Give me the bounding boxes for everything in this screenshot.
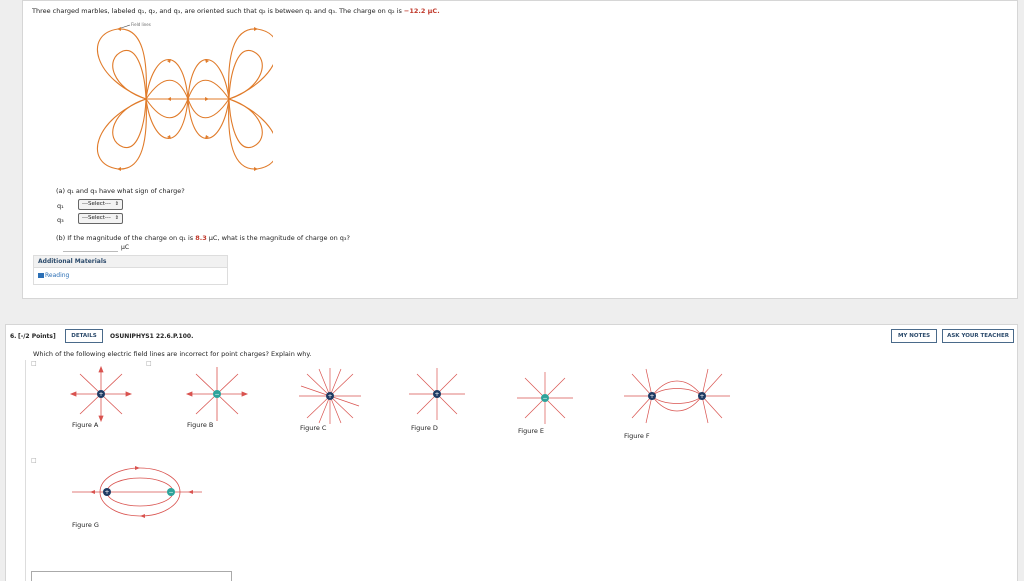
my-notes-button[interactable]: MY NOTES <box>891 329 937 343</box>
question-number: 6. <box>10 333 17 340</box>
svg-text:+: + <box>649 393 654 400</box>
part-b-answer-input[interactable] <box>63 242 118 252</box>
svg-text:−: − <box>168 489 173 496</box>
svg-text:+: + <box>98 391 103 398</box>
book-icon <box>38 273 44 278</box>
select-arrows-icon: ⇕ <box>114 215 119 221</box>
diagram-caption: Field lines <box>131 22 151 27</box>
part-b-prompt: (b) If the magnitude of the charge on q₁… <box>56 234 350 242</box>
figure-g-checkbox[interactable]: □ <box>31 457 37 464</box>
figure-c-label: Figure C <box>300 424 327 432</box>
question-6-panel: 6. [-/2 Points] DETAILS OSUNIPHYS1 22.6.… <box>5 324 1018 581</box>
svg-text:−: − <box>542 395 547 402</box>
figure-b-label: Figure B <box>187 421 214 429</box>
q3-sign-select[interactable]: ---Select--- ⇕ <box>78 213 123 224</box>
figure-g-diagram: + − <box>72 466 202 518</box>
svg-text:−: − <box>214 391 219 398</box>
figure-b-diagram: − <box>185 367 249 421</box>
additional-materials-header: Additional Materials <box>34 256 227 268</box>
question-6-prompt: Which of the following electric field li… <box>33 350 312 358</box>
field-lines-diagram: Field lines <box>96 22 273 171</box>
part-a-prompt: (a) q₁ and q₃ have what sign of charge? <box>56 187 185 195</box>
question-source: OSUNIPHYS1 22.6.P.100. <box>110 333 194 340</box>
svg-text:+: + <box>434 391 439 398</box>
q3-label: q₃ <box>57 216 64 224</box>
field-lines <box>96 28 273 170</box>
question-5-intro: Three charged marbles, labeled q₁, q₂, a… <box>32 7 440 15</box>
select-arrows-icon: ⇕ <box>114 201 119 207</box>
svg-text:+: + <box>327 393 332 400</box>
figure-e-diagram: − <box>517 372 573 424</box>
question-6-header: 6. [-/2 Points] DETAILS OSUNIPHYS1 22.6.… <box>6 325 1017 347</box>
details-button[interactable]: DETAILS <box>65 329 103 343</box>
figure-a-checkbox[interactable]: □ <box>31 360 37 367</box>
ask-teacher-button[interactable]: ASK YOUR TEACHER <box>942 329 1014 343</box>
figure-g-label: Figure G <box>72 521 99 529</box>
figure-d-diagram: + <box>409 368 465 420</box>
figure-c-diagram: + <box>299 368 361 424</box>
svg-text:+: + <box>699 393 704 400</box>
svg-text:+: + <box>104 489 109 496</box>
figure-b-checkbox[interactable]: □ <box>146 360 152 367</box>
figure-f-diagram: + + <box>624 368 730 424</box>
figure-d-label: Figure D <box>411 424 438 432</box>
q1-sign-select[interactable]: ---Select--- ⇕ <box>78 199 123 210</box>
figure-a-diagram: + <box>69 365 133 423</box>
reading-link[interactable]: Reading <box>34 268 227 279</box>
additional-materials-box: Additional Materials Reading <box>33 255 228 285</box>
figure-e-label: Figure E <box>518 427 545 435</box>
q1-label: q₁ <box>57 202 64 210</box>
figure-a-label: Figure A <box>72 421 99 429</box>
figure-f-label: Figure F <box>624 432 650 440</box>
explanation-textarea[interactable] <box>31 571 232 581</box>
unit-label: μC <box>121 244 130 251</box>
q2-charge-value: −12.2 μC. <box>403 7 440 15</box>
question-points: [-/2 Points] <box>18 333 56 340</box>
